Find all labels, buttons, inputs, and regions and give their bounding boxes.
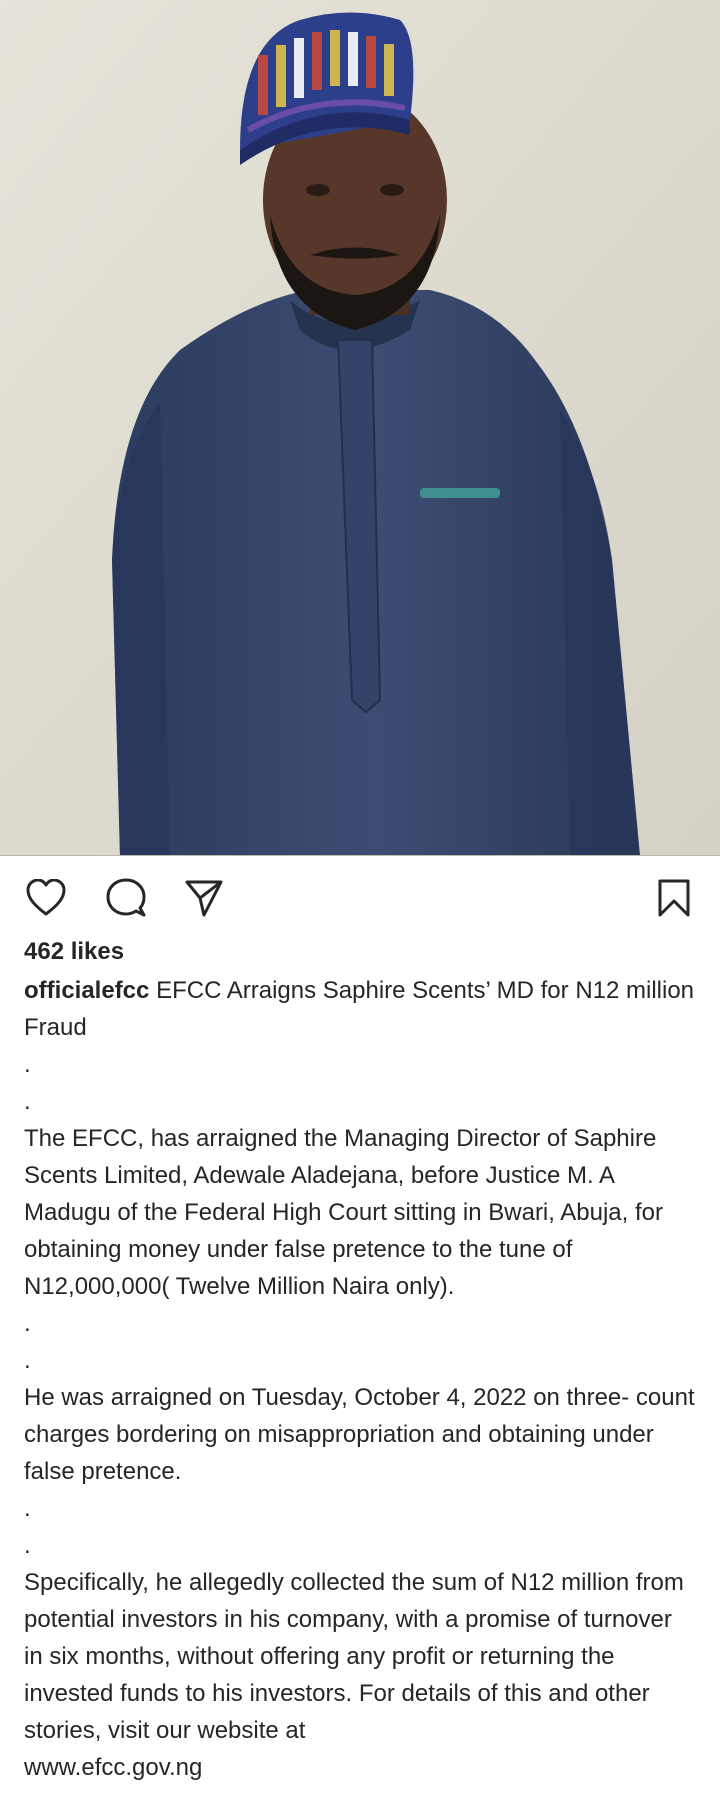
post-caption: officialefcc EFCC Arraigns Saphire Scent… bbox=[24, 972, 696, 1786]
caption-paragraph: He was arraigned on Tuesday, October 4, … bbox=[24, 1384, 695, 1485]
caption-paragraph: Specifically, he allegedly collected the… bbox=[24, 1569, 684, 1744]
caption-separator-dot: . bbox=[24, 1532, 31, 1559]
heart-outline-icon bbox=[26, 879, 66, 916]
bookmark-outline-icon bbox=[658, 879, 690, 917]
share-button[interactable] bbox=[182, 876, 226, 920]
caption-paragraph: The EFCC, has arraigned the Managing Dir… bbox=[24, 1125, 663, 1300]
post-action-bar bbox=[0, 856, 720, 936]
website-link[interactable]: www.efcc.gov.ng bbox=[24, 1754, 202, 1781]
save-button[interactable] bbox=[652, 876, 696, 920]
caption-separator-dot: . bbox=[24, 1310, 31, 1337]
paper-plane-icon bbox=[185, 880, 223, 917]
post-photo[interactable] bbox=[0, 0, 720, 856]
caption-separator-dot: . bbox=[24, 1051, 31, 1078]
caption-separator-dot: . bbox=[24, 1347, 31, 1374]
comment-button[interactable] bbox=[104, 876, 148, 920]
username-link[interactable]: officialefcc bbox=[24, 977, 149, 1004]
caption-separator-dot: . bbox=[24, 1495, 31, 1522]
comment-bubble-icon bbox=[106, 878, 146, 917]
like-button[interactable] bbox=[24, 876, 68, 920]
likes-count[interactable]: 462 likes bbox=[24, 936, 696, 968]
post-photo-illustration bbox=[0, 0, 720, 856]
caption-separator-dot: . bbox=[24, 1088, 31, 1115]
